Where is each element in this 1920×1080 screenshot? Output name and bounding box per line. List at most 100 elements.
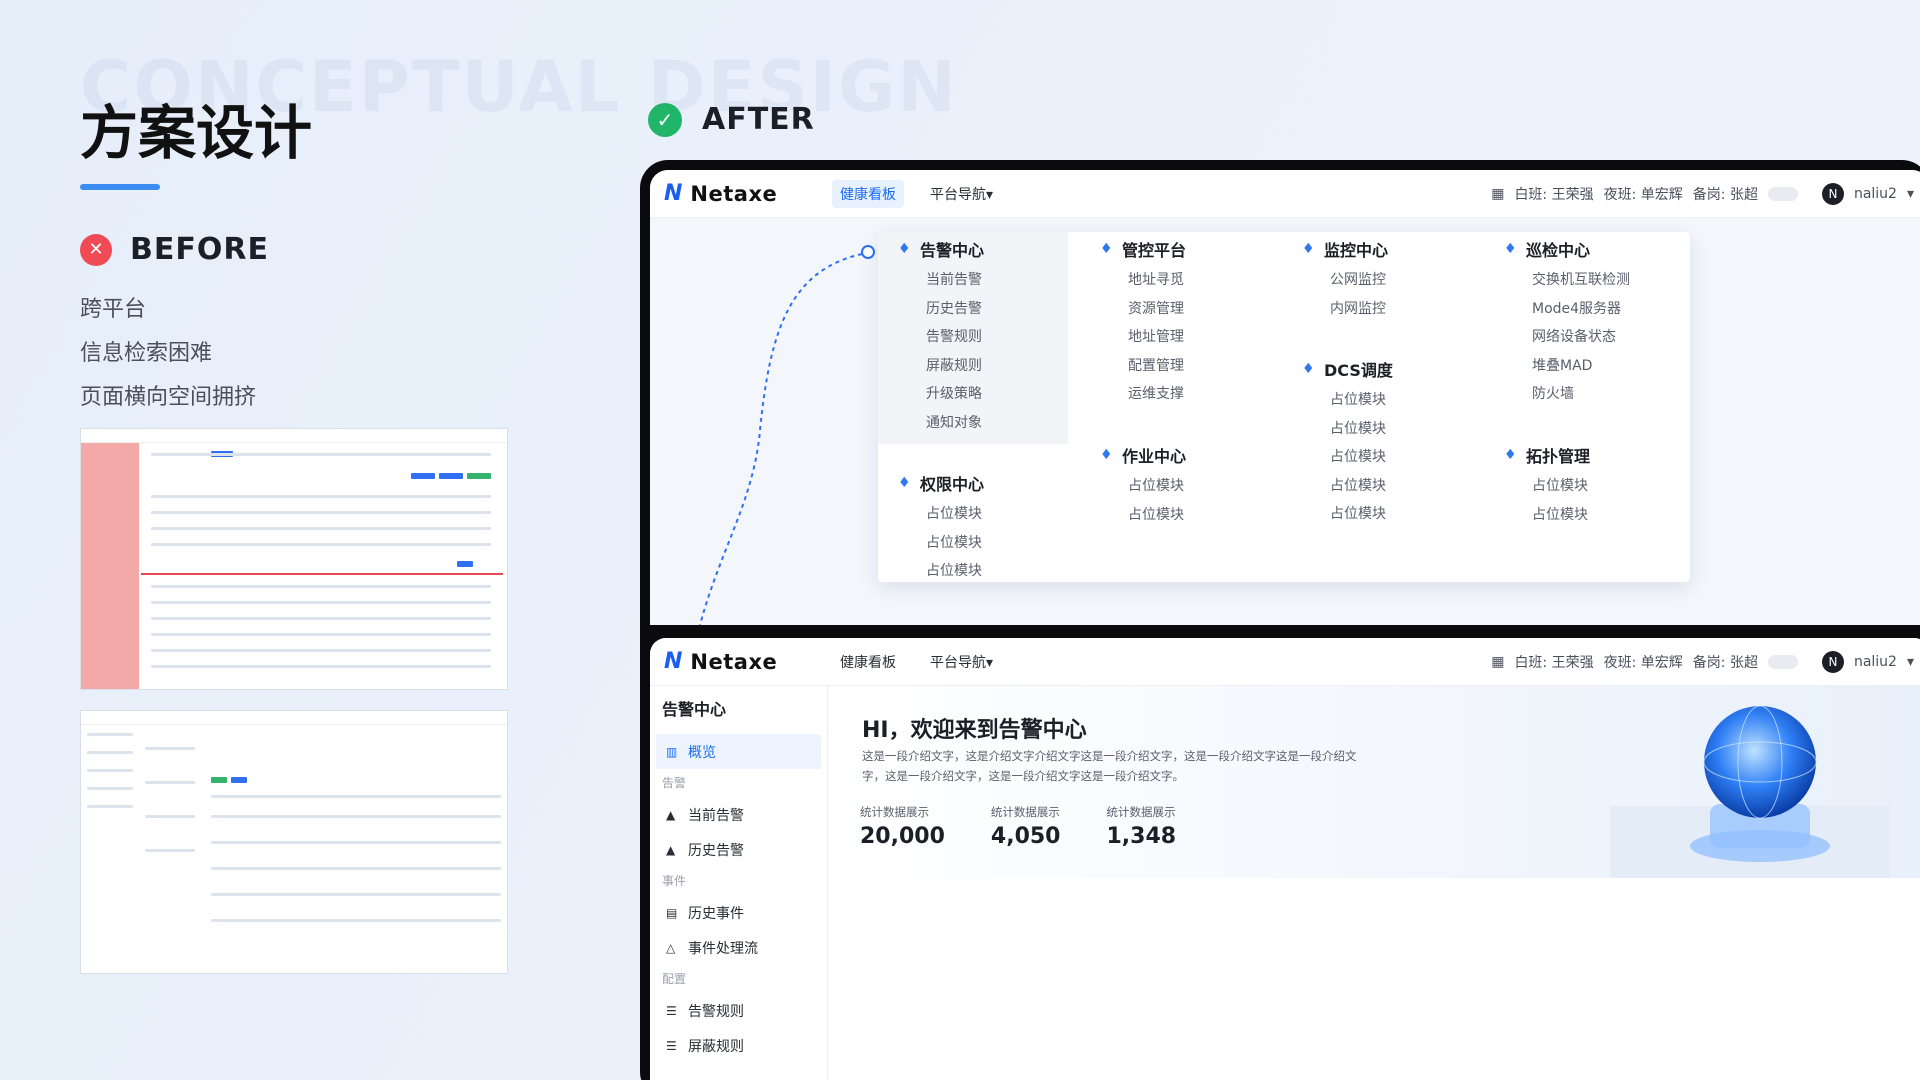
menu-item[interactable]: 占位模块 — [1282, 500, 1472, 529]
menu-group-label: 告警中心 — [920, 241, 985, 260]
shift-info: ▦ 白班: 王荣强 夜班: 单宏辉 备岗: 张超 N naliu2 ▾ — [1491, 182, 1914, 205]
thumb-button — [231, 777, 247, 783]
menu-item[interactable]: 资源管理 — [1080, 295, 1270, 324]
top-nav: N Netaxe 健康看板 平台导航▾ ▦ 白班: 王荣强 夜班: 单宏辉 备岗… — [650, 638, 1920, 686]
after-screen-alarm-center: N Netaxe 健康看板 平台导航▾ ▦ 白班: 王荣强 夜班: 单宏辉 备岗… — [650, 638, 1920, 1080]
menu-group-title[interactable]: ♦ 作业中心 — [1080, 438, 1270, 472]
sidebar-item-mask-rules[interactable]: ☰ 屏蔽规则 — [650, 1028, 827, 1063]
thumb-line — [211, 841, 501, 844]
menu-item[interactable]: 堆叠MAD — [1484, 352, 1674, 381]
before-point: 页面横向空间拥挤 — [80, 385, 257, 410]
menu-item[interactable]: 占位模块 — [1282, 386, 1472, 415]
menu-group-title[interactable]: ♦ 管控平台 — [1080, 232, 1270, 266]
sidebar-item-overview[interactable]: ▥ 概览 — [656, 734, 821, 769]
avatar[interactable]: N — [1821, 182, 1844, 205]
shift-day: 白班: 王荣强 — [1514, 186, 1594, 203]
menu-item[interactable]: 公网监控 — [1282, 266, 1472, 295]
thumb-line — [151, 649, 491, 652]
thumb-line — [145, 815, 195, 818]
thumb-line — [151, 543, 491, 546]
after-header: ✓ AFTER — [648, 102, 815, 137]
menu-item[interactable]: 占位模块 — [1080, 472, 1270, 501]
menu-item[interactable]: 占位模块 — [1484, 501, 1674, 530]
connector-start-dot — [861, 245, 875, 259]
sidebar-item-history-alarm[interactable]: ▲ 历史告警 — [650, 832, 827, 867]
menu-item[interactable]: 屏蔽规则 — [878, 352, 1068, 381]
sidebar-item-label: 事件处理流 — [688, 940, 758, 957]
nav-platform-navigation[interactable]: 平台导航▾ — [922, 180, 1001, 208]
menu-item[interactable]: 配置管理 — [1080, 352, 1270, 381]
menu-item[interactable]: 占位模块 — [878, 500, 1068, 529]
menu-item[interactable]: 地址寻觅 — [1080, 266, 1270, 295]
theme-toggle[interactable] — [1767, 186, 1798, 201]
shift-info: ▦ 白班: 王荣强 夜班: 单宏辉 备岗: 张超 N naliu2 ▾ — [1491, 650, 1914, 673]
sidebar-item-alarm-rules[interactable]: ☰ 告警规则 — [650, 993, 827, 1028]
before-screenshot-1 — [80, 428, 508, 690]
sidebar-item-event-flow[interactable]: △ 事件处理流 — [650, 930, 827, 965]
menu-item[interactable]: 防火墙 — [1484, 380, 1674, 409]
thumb-button — [467, 473, 491, 479]
menu-group-label: 权限中心 — [920, 475, 985, 494]
sidebar-section: 事件 — [662, 874, 687, 888]
menu-item[interactable]: 告警规则 — [878, 323, 1068, 352]
menu-item[interactable]: 历史告警 — [878, 295, 1068, 324]
thumb-line — [151, 633, 491, 636]
theme-toggle[interactable] — [1767, 654, 1798, 669]
nav-health-dashboard[interactable]: 健康看板 — [832, 648, 904, 676]
menu-group-label: 监控中心 — [1324, 241, 1389, 260]
chevron-down-icon: ▾ — [1906, 185, 1914, 202]
sidebar-item-current-alarm[interactable]: ▲ 当前告警 — [650, 797, 827, 832]
dcs-icon: ♦ — [1302, 361, 1315, 377]
stat-value: 20,000 — [860, 824, 945, 849]
avatar[interactable]: N — [1821, 650, 1844, 673]
menu-group-title[interactable]: ♦ 拓扑管理 — [1484, 438, 1674, 472]
platform-mega-menu: ♦ 告警中心 当前告警 历史告警 告警规则 屏蔽规则 升级策略 通知对象 ♦ 权限中… — [878, 232, 1690, 582]
menu-item[interactable]: 占位模块 — [878, 557, 1068, 582]
menu-item[interactable]: 占位模块 — [1282, 472, 1472, 501]
stat-label: 统计数据展示 — [1106, 805, 1176, 819]
brand-logo[interactable]: N Netaxe — [664, 649, 814, 674]
menu-item[interactable]: 占位模块 — [1282, 415, 1472, 444]
user-name[interactable]: naliu2 — [1854, 186, 1897, 202]
netaxe-logo-icon: N — [664, 649, 683, 674]
menu-item[interactable]: 通知对象 — [878, 409, 1068, 438]
menu-group-permission: ♦ 权限中心 占位模块 占位模块 占位模块 — [878, 466, 1068, 582]
stat-label: 统计数据展示 — [990, 805, 1060, 819]
menu-item[interactable]: 内网监控 — [1282, 295, 1472, 324]
menu-item[interactable]: 地址管理 — [1080, 323, 1270, 352]
menu-item[interactable]: 交换机互联检测 — [1484, 266, 1674, 295]
thumb-line — [145, 747, 195, 750]
menu-item[interactable]: 占位模块 — [1484, 472, 1674, 501]
menu-item[interactable]: 占位模块 — [878, 529, 1068, 558]
sidebar-item-history-event[interactable]: ▤ 历史事件 — [650, 895, 827, 930]
calendar-icon: ▦ — [1491, 653, 1505, 670]
menu-item[interactable]: 占位模块 — [1282, 443, 1472, 472]
menu-group-title[interactable]: ♦ DCS调度 — [1282, 352, 1472, 386]
nav-platform-navigation[interactable]: 平台导航▾ — [922, 648, 1001, 676]
menu-item[interactable]: 网络设备状态 — [1484, 323, 1674, 352]
menu-item[interactable]: Mode4服务器 — [1484, 295, 1674, 324]
thumb-line — [211, 919, 501, 922]
menu-item[interactable]: 运维支撑 — [1080, 380, 1270, 409]
history-bell-icon: ▲ — [666, 842, 676, 857]
menu-group-title[interactable]: ♦ 告警中心 — [878, 232, 1068, 266]
sidebar-item-label: 告警规则 — [688, 1003, 744, 1020]
before-screenshot-2 — [80, 710, 508, 974]
control-icon: ♦ — [1100, 241, 1113, 257]
shift-night: 夜班: 单宏辉 — [1603, 186, 1683, 203]
shift-standby: 备岗: 张超 — [1692, 654, 1758, 671]
thumb-line — [151, 453, 491, 456]
menu-group-title[interactable]: ♦ 监控中心 — [1282, 232, 1472, 266]
thumb-line — [211, 815, 501, 818]
menu-item[interactable]: 当前告警 — [878, 266, 1068, 295]
menu-item[interactable]: 占位模块 — [1080, 501, 1270, 530]
thumb-header — [81, 711, 507, 725]
user-name[interactable]: naliu2 — [1854, 654, 1897, 670]
thumb-button — [439, 473, 463, 479]
bell-icon: ▲ — [666, 807, 676, 822]
menu-item[interactable]: 升级策略 — [878, 380, 1068, 409]
menu-group-title[interactable]: ♦ 巡检中心 — [1484, 232, 1674, 266]
alarm-sidebar: 告警中心 ▥ 概览 告警 ▲ 当前告警 ▲ 历史告警 事件 ▤ 历史事件 △ 事件处理流 … — [650, 686, 828, 1080]
menu-group-title[interactable]: ♦ 权限中心 — [878, 466, 1068, 500]
stat-card: 统计数据展示 20,000 — [860, 804, 945, 849]
